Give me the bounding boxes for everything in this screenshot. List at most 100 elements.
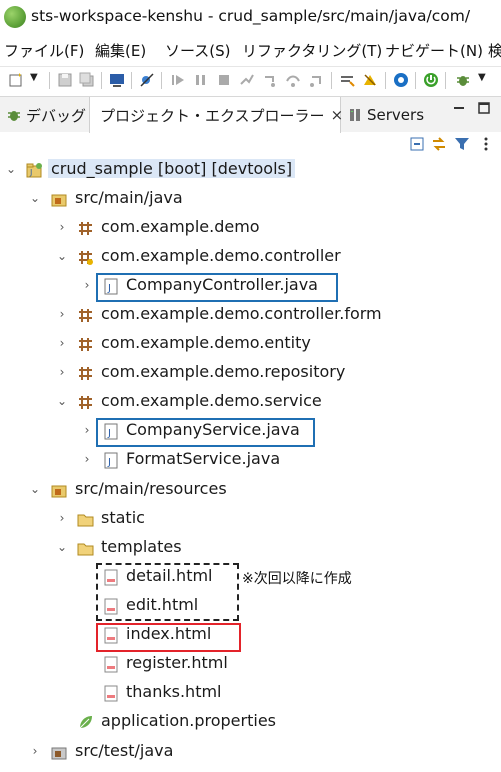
tree-row-thanks-html[interactable]: thanks.html [0,679,501,708]
tree-row-src-test-java[interactable]: › src/test/java [0,738,501,767]
tree-row-pkg-service[interactable]: ⌄ com.example.demo.service [0,388,501,417]
chevron-right-icon[interactable]: › [55,307,69,321]
chevron-right-icon[interactable]: › [80,278,94,292]
annotation-note: ※次回以降に作成 [242,571,352,587]
tree-row-folder-templates[interactable]: ⌄ templates [0,534,501,563]
tree-row-format-service[interactable]: › J FormatService.java [0,446,501,475]
tree-label-src-main-java: src/main/java [75,188,183,207]
chevron-down-icon[interactable]: ⌄ [4,162,18,176]
step-return-icon[interactable] [308,72,324,88]
tree-label-pkg-entity: com.example.demo.entity [101,333,311,352]
tree-row-src-main-resources[interactable]: ⌄ src/main/resources [0,476,501,505]
menu-bar: ファイル(F) 編集(E) ソース(S) リファクタリング(T) ナビゲート(N… [0,36,501,64]
suspend-icon[interactable] [193,72,209,88]
folder-icon [77,514,94,527]
tree-label-src-main-resources: src/main/resources [75,479,227,498]
view-tab-bar: デバッグ プロジェクト・エクスプローラー × Servers [0,96,501,133]
tree-row-pkg-repository[interactable]: › com.example.demo.repository [0,359,501,388]
debug-dropdown-icon[interactable]: ▼ [478,72,494,88]
chevron-right-icon[interactable]: › [55,511,69,525]
tab-debug-label: デバッグ [26,106,87,125]
package-icon [79,309,92,322]
menu-refactor[interactable]: リファクタリング(T) [242,40,382,61]
chevron-right-icon[interactable]: › [55,336,69,350]
chevron-right-icon[interactable]: › [80,452,94,466]
chevron-right-icon[interactable]: › [28,744,42,758]
tree-row-src-main-java[interactable]: ⌄ src/main/java [0,185,501,214]
java-file-icon: J [104,452,118,469]
tree-row-pkg-entity[interactable]: › com.example.demo.entity [0,330,501,359]
chevron-down-icon[interactable]: ⌄ [55,394,69,408]
new-wizard-icon[interactable] [8,72,24,88]
chevron-down-icon[interactable]: ⌄ [28,482,42,496]
package-icon [79,222,92,235]
menu-file[interactable]: ファイル(F) [4,40,84,61]
view-menu-icon[interactable] [478,136,494,152]
minimize-view-icon[interactable] [452,101,466,115]
use-step-filters-icon[interactable] [339,72,355,88]
collapse-all-icon[interactable] [409,136,425,152]
open-type-icon[interactable] [362,72,378,88]
tree-label-pkg-controller-form: com.example.demo.controller.form [101,304,382,323]
new-dropdown-icon[interactable]: ▼ [30,72,46,88]
close-icon[interactable]: × [331,106,344,124]
html-file-icon [104,656,118,673]
tree-row-pkg-controller[interactable]: ⌄ com.example.demo.controller [0,243,501,272]
dashed-box-future-files [96,563,239,621]
tree-row-edit-html[interactable]: edit.html [0,592,501,621]
tab-servers[interactable]: Servers [343,97,433,133]
tree-label-src-test-java: src/test/java [75,741,174,760]
highlight-box-index [96,623,241,652]
svg-text:J: J [29,168,32,177]
tab-debug[interactable]: デバッグ [0,97,89,133]
maximize-view-icon[interactable] [477,101,491,115]
tree-row-index-html[interactable]: index.html [0,621,501,650]
menu-navigate[interactable]: ナビゲート(N) [385,40,483,61]
save-all-icon[interactable] [79,72,95,88]
chevron-down-icon[interactable]: ⌄ [28,191,42,205]
disconnect-icon[interactable] [239,72,255,88]
step-into-icon[interactable] [262,72,278,88]
main-toolbar: ▼ ▼ [0,66,501,94]
tree-row-pkg-demo[interactable]: › com.example.demo [0,214,501,243]
source-folder-icon [51,485,67,498]
tree-label-folder-static: static [101,508,145,527]
chevron-down-icon[interactable]: ⌄ [55,249,69,263]
chevron-down-icon[interactable]: ⌄ [55,540,69,554]
chevron-right-icon[interactable]: › [55,220,69,234]
folder-open-icon [77,543,94,556]
tree-row-register-html[interactable]: register.html [0,650,501,679]
svg-text:J: J [107,457,111,468]
save-icon[interactable] [57,72,73,88]
menu-search[interactable]: 検 [488,40,501,61]
debug-bug-icon[interactable] [455,72,471,88]
tree-label-folder-templates: templates [101,537,182,556]
tree-row-application-properties[interactable]: application.properties [0,708,501,737]
menu-edit[interactable]: 編集(E) [95,40,146,61]
tree-row-root[interactable]: ⌄ J crud_sample [boot] [devtools] [0,156,501,185]
highlight-box-service [96,418,315,447]
menu-source[interactable]: ソース(S) [165,40,230,61]
tree-label-thanks-html: thanks.html [126,682,222,701]
link-with-editor-icon[interactable] [431,136,447,152]
boot-dashboard-icon[interactable] [393,72,409,88]
tree-row-folder-static[interactable]: › static [0,505,501,534]
tree-row-pkg-controller-form[interactable]: › com.example.demo.controller.form [0,301,501,330]
resume-icon[interactable] [170,72,186,88]
window-title: sts-workspace-kenshu - crud_sample/src/m… [31,7,471,25]
tree-label-pkg-service: com.example.demo.service [101,391,322,410]
tab-servers-label: Servers [367,106,425,124]
servers-icon [350,109,360,121]
spring-boot-run-icon[interactable] [423,72,439,88]
view-toolbar [0,132,501,156]
skip-breakpoints-icon[interactable] [139,72,155,88]
terminal-icon[interactable] [109,72,125,88]
chevron-right-icon[interactable]: › [55,365,69,379]
tree-label-pkg-controller: com.example.demo.controller [101,246,341,265]
tab-project-explorer[interactable]: プロジェクト・エクスプローラー × [89,97,344,133]
filter-icon[interactable] [454,136,470,152]
chevron-right-icon[interactable]: › [80,423,94,437]
package-icon [79,251,93,265]
step-over-icon[interactable] [285,72,301,88]
terminate-icon[interactable] [216,72,232,88]
